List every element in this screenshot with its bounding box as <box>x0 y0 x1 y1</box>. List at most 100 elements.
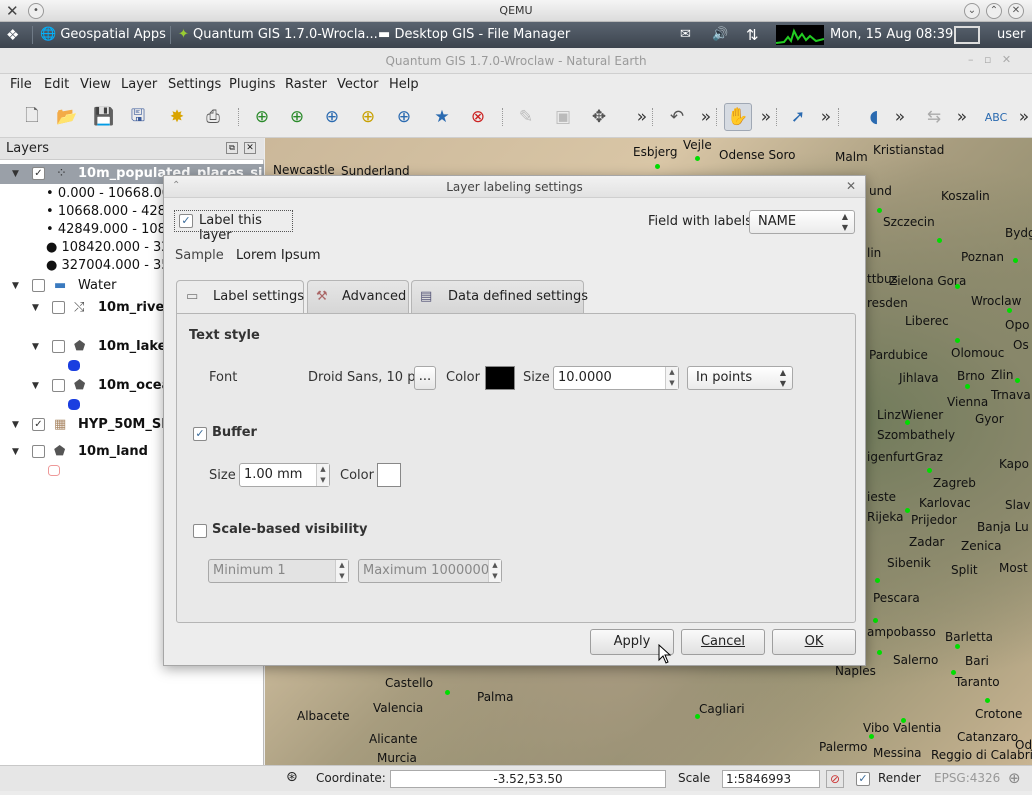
taskbar-file-manager[interactable]: ▬ Desktop GIS - File Manager <box>378 22 570 48</box>
dialog-menu-icon[interactable]: ⌃ <box>172 180 180 191</box>
spin-arrows-icon: ▲ ▼ <box>335 560 348 582</box>
plugin-icon[interactable]: ◖ <box>860 103 888 131</box>
app-title: Quantum GIS 1.7.0-Wroclaw - Natural Eart… <box>0 48 1032 74</box>
pan-tool-icon[interactable]: ✋ <box>724 103 752 131</box>
field-value: NAME <box>758 214 797 229</box>
polygon-layer-icon: ⬟ <box>54 444 66 459</box>
map-city-label: Zagreb <box>933 476 976 490</box>
map-city-label: Brno <box>957 369 985 383</box>
menu-view[interactable]: View <box>80 74 111 96</box>
qemu-close-button[interactable]: ✕ <box>1008 3 1024 19</box>
tab-data-defined[interactable]: ▤ Data defined settings <box>411 280 588 313</box>
toolbar-overflow-7-icon[interactable]: » <box>1010 103 1032 131</box>
sample-preview: Lorem Ipsum <box>236 248 321 263</box>
buffer-color-swatch[interactable] <box>377 463 401 487</box>
cancel-button[interactable]: Cancel <box>681 629 765 655</box>
label-this-layer-checkbox[interactable]: ✓ Label this layer <box>174 210 293 243</box>
new-project-icon[interactable]: 🗋 <box>18 103 46 131</box>
identify-icon[interactable]: ➚ <box>784 103 812 131</box>
move-feature-icon[interactable]: ✥ <box>585 103 613 131</box>
font-picker-button[interactable]: ... <box>414 366 436 390</box>
map-city-point <box>1015 378 1020 383</box>
label-this-layer-check: ✓ <box>179 214 193 228</box>
map-city-label: Vibo Valentia <box>863 721 942 735</box>
scale-visibility-checkbox[interactable] <box>193 524 207 538</box>
clock: Mon, 15 Aug 08:39 <box>830 27 954 42</box>
label-tool-icon[interactable]: ABC <box>982 103 1010 131</box>
toolbar-overflow-6-icon[interactable]: » <box>948 103 976 131</box>
maximum-scale-spinbox[interactable]: Maximum 10000000 ▲ ▼ <box>358 559 502 583</box>
new-print-composer-icon[interactable]: ✸ <box>163 103 191 131</box>
tab-advanced[interactable]: ⚒ Advanced <box>307 280 409 313</box>
menu-settings[interactable]: Settings <box>168 74 221 96</box>
scale-field[interactable]: 1:5846993 <box>722 770 820 788</box>
epsg-label[interactable]: EPSG:4326 <box>934 771 1000 785</box>
ok-button[interactable]: OK <box>772 629 856 655</box>
start-menu-icon[interactable]: ❖ <box>6 22 19 48</box>
menu-plugins[interactable]: Plugins <box>229 74 276 96</box>
close-panel-icon[interactable]: ✕ <box>244 142 256 154</box>
buffer-checkbox[interactable]: ✓ <box>193 427 207 441</box>
add-raster-layer-icon[interactable]: ⊕ <box>283 103 311 131</box>
volume-icon[interactable]: 🔊 <box>712 22 728 48</box>
stop-render-icon[interactable]: ⊘ <box>826 770 844 788</box>
print-icon[interactable]: ⎙ <box>199 103 227 131</box>
menu-vector[interactable]: Vector <box>337 74 378 96</box>
spin-arrows-icon[interactable]: ▲ ▼ <box>665 367 678 389</box>
app-window-controls[interactable]: – ▫ ✕ <box>968 53 1011 66</box>
coordinate-field[interactable]: -3.52,53.50 <box>390 770 666 788</box>
qemu-maximize-button[interactable]: ⌃ <box>986 3 1002 19</box>
new-shapefile-icon[interactable]: ★ <box>428 103 456 131</box>
spin-arrows-icon[interactable]: ▲ ▼ <box>316 464 329 486</box>
land-symbol <box>48 465 60 476</box>
remove-layer-icon[interactable]: ⊗ <box>464 103 492 131</box>
add-wms-layer-icon[interactable]: ⊕ <box>390 103 418 131</box>
map-city-label: Olomouc <box>951 346 1005 360</box>
tab-label-settings[interactable]: ▭ Label settings <box>176 280 304 314</box>
edit-pencil-icon[interactable]: ✎ <box>512 103 540 131</box>
menu-help[interactable]: Help <box>389 74 419 96</box>
float-panel-icon[interactable]: ⧉ <box>226 142 238 154</box>
render-checkbox[interactable]: ✓ <box>856 772 870 786</box>
map-city-label: Linz <box>877 408 901 422</box>
group-water-label: Water <box>78 278 117 293</box>
network-icon[interactable]: ⇅ <box>746 22 759 48</box>
map-city-point <box>655 164 660 169</box>
undo-icon[interactable]: ↶ <box>663 103 691 131</box>
qemu-minimize-button[interactable]: ⌄ <box>964 3 980 19</box>
toolbar-overflow-4-icon[interactable]: » <box>812 103 840 131</box>
toolbar-overflow-5-icon[interactable]: » <box>886 103 914 131</box>
add-postgis-layer-icon[interactable]: ⊕ <box>318 103 346 131</box>
map-city-point <box>1007 308 1012 313</box>
save-project-icon[interactable]: 💾 <box>90 103 118 131</box>
gps-icon[interactable]: ⇆ <box>920 103 948 131</box>
font-value: Droid Sans, 10 pt <box>308 370 421 385</box>
add-vector-layer-icon[interactable]: ⊕ <box>248 103 276 131</box>
field-with-labels-combo[interactable]: NAME ▲ ▼ <box>749 210 855 234</box>
map-city-label: Rijeka <box>867 510 904 524</box>
map-city-label: Palermo <box>819 740 868 754</box>
raster-layer-icon: ▦ <box>54 417 67 432</box>
text-color-swatch[interactable] <box>485 366 515 390</box>
dialog-close-icon[interactable]: ✕ <box>846 179 856 193</box>
crs-icon[interactable]: ⊕ <box>1008 769 1021 787</box>
menu-raster[interactable]: Raster <box>285 74 327 96</box>
coordinate-toggle-icon[interactable]: ⊛ <box>286 769 298 785</box>
open-project-icon[interactable]: 📂 <box>53 103 81 131</box>
taskbar-qgis-window[interactable]: ✦ Quantum GIS 1.7.0-Wrocla... <box>178 22 378 48</box>
text-size-spinbox[interactable]: 10.0000 ▲ ▼ <box>553 366 679 390</box>
show-desktop-icon[interactable] <box>954 26 980 44</box>
size-unit-combo[interactable]: In points ▲ ▼ <box>687 366 793 390</box>
mail-icon[interactable]: ✉ <box>680 22 691 48</box>
map-city-label: Odo <box>1015 738 1032 752</box>
menu-edit[interactable]: Edit <box>44 74 69 96</box>
add-spatialite-layer-icon[interactable]: ⊕ <box>354 103 382 131</box>
minimum-scale-spinbox[interactable]: Minimum 1 ▲ ▼ <box>208 559 349 583</box>
menu-file[interactable]: File <box>10 74 32 96</box>
layers-header: Layers ⧉ ✕ <box>0 138 264 160</box>
save-as-icon[interactable]: 🖫 <box>124 103 152 131</box>
taskbar-geo-apps[interactable]: 🌐 Geospatial Apps <box>40 22 166 48</box>
buffer-size-spinbox[interactable]: 1.00 mm ▲ ▼ <box>239 463 330 487</box>
save-edits-icon[interactable]: ▣ <box>549 103 577 131</box>
menu-layer[interactable]: Layer <box>121 74 157 96</box>
